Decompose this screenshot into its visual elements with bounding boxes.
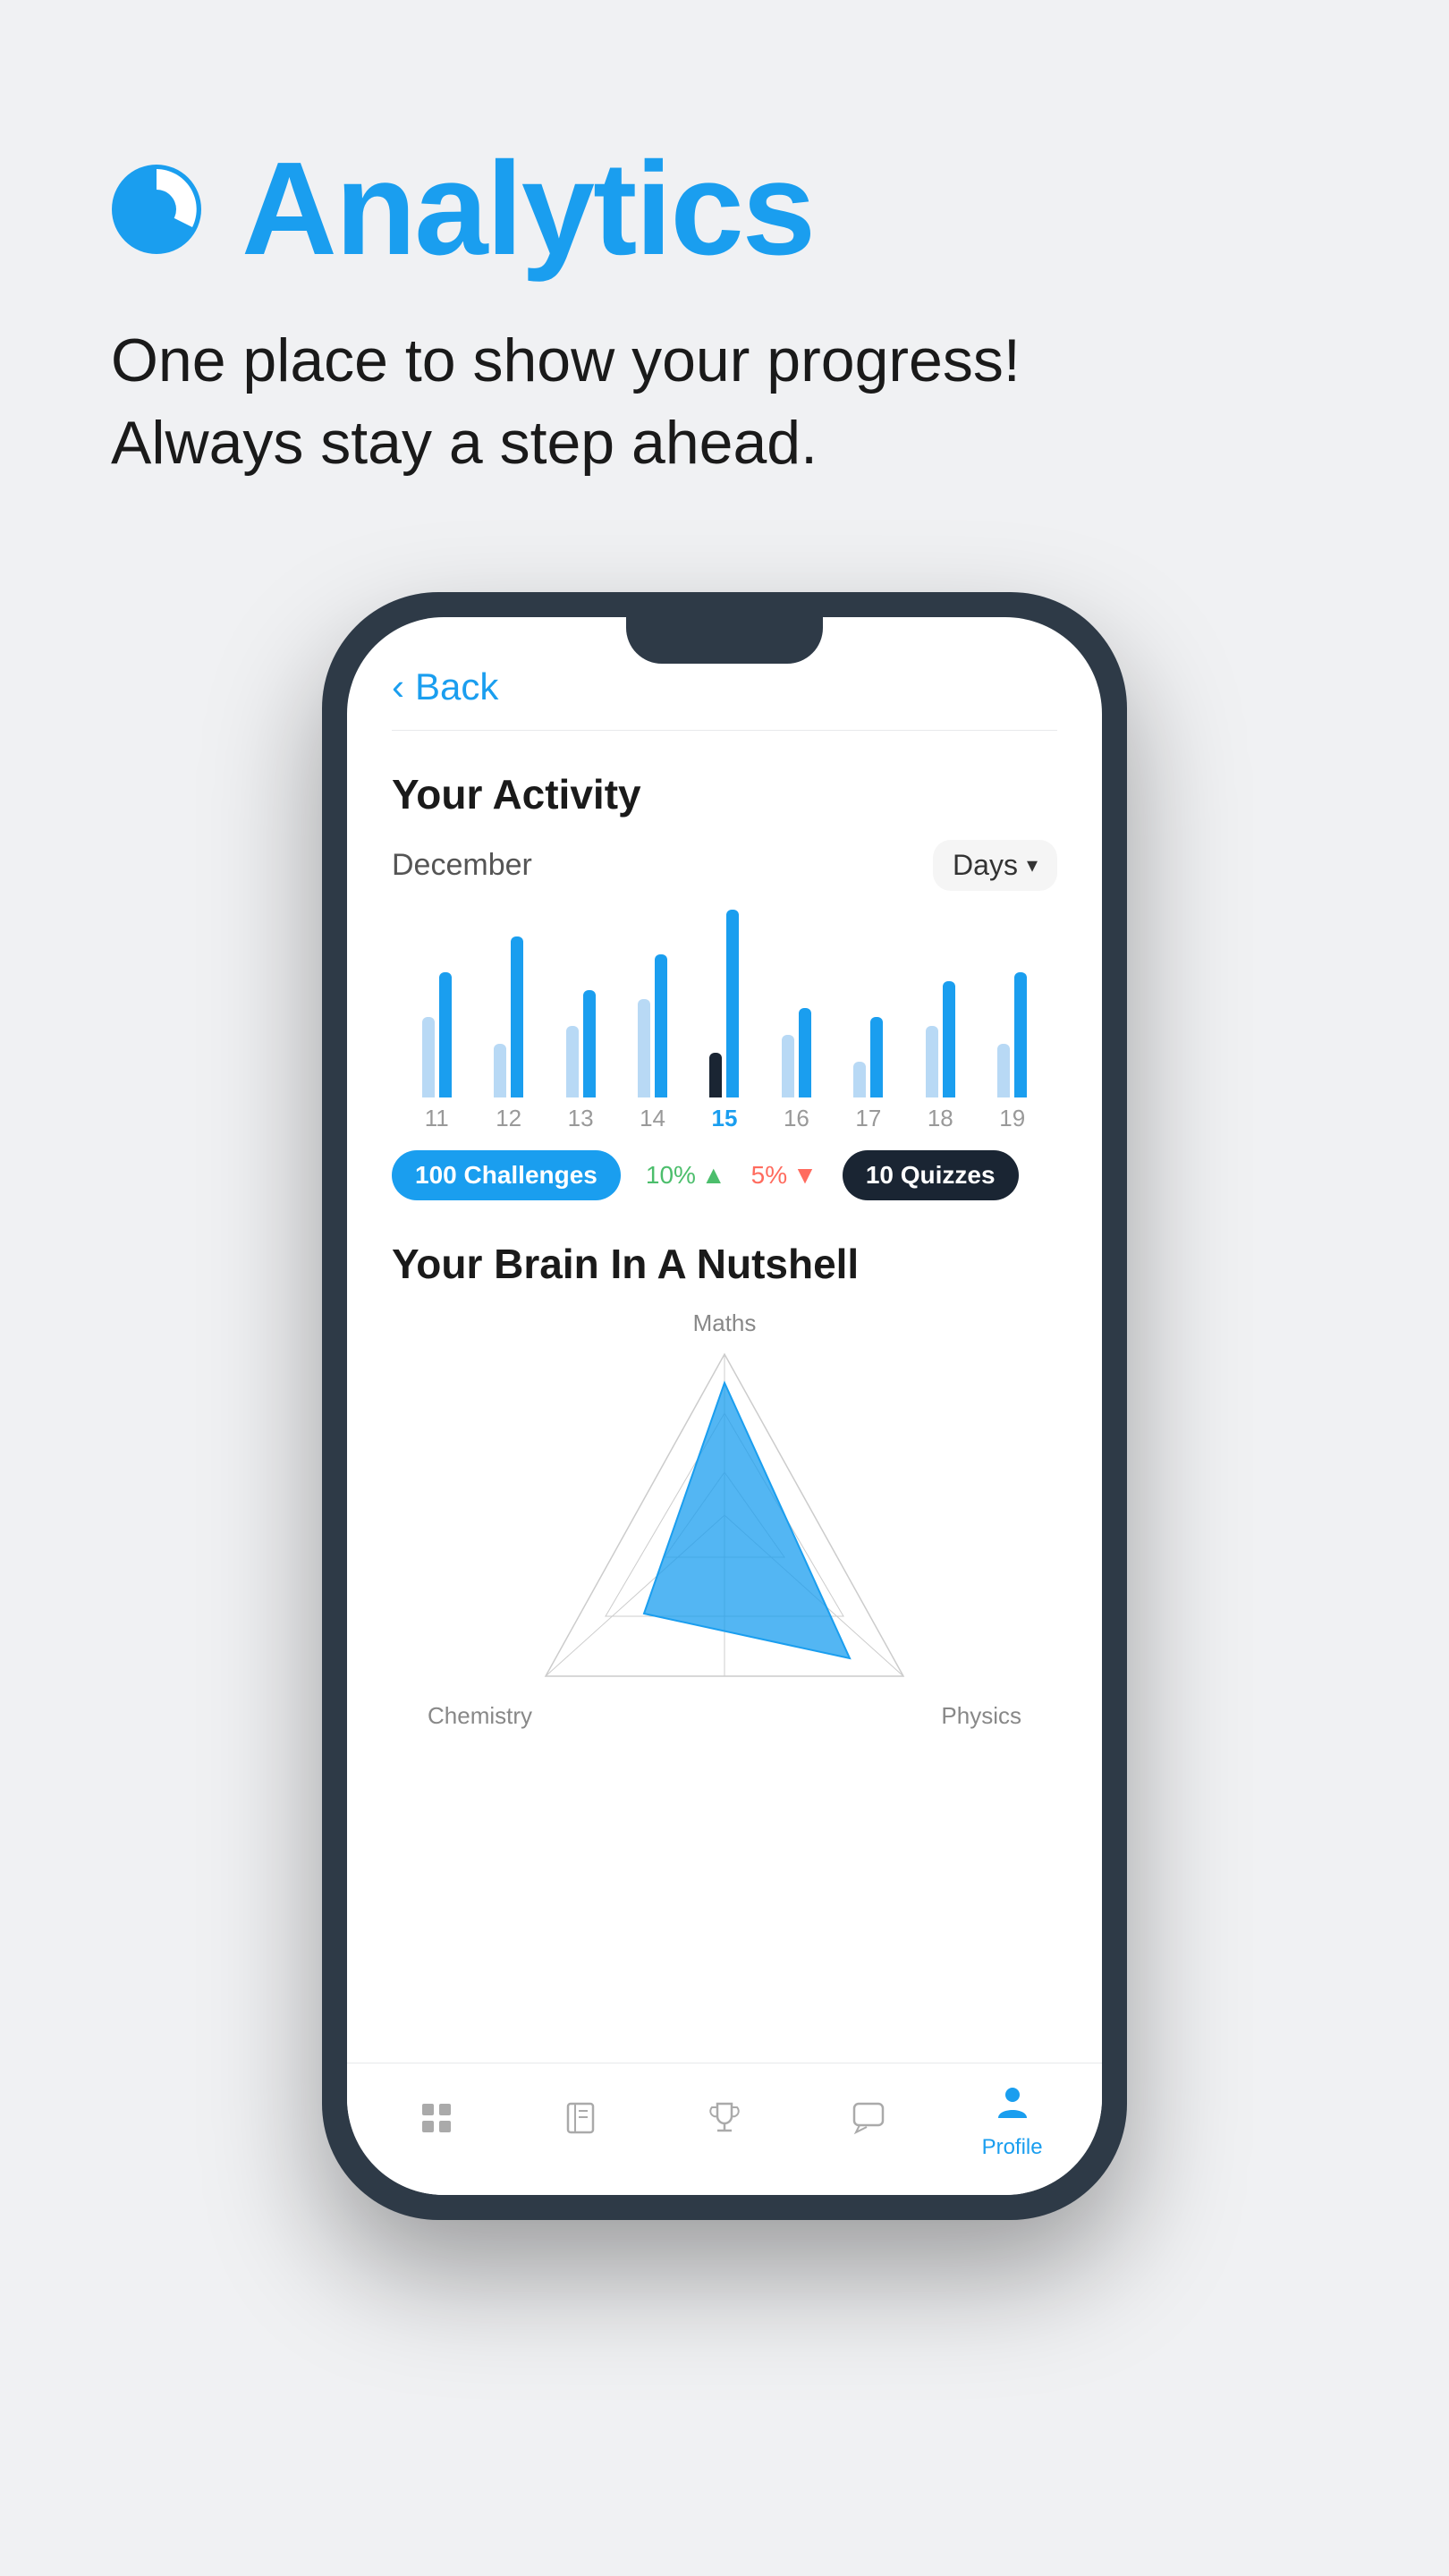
bar-group-13: 13 — [545, 990, 616, 1132]
book-icon — [555, 2092, 606, 2144]
challenges-badge: 100 Challenges — [392, 1150, 621, 1200]
bar — [926, 1026, 938, 1097]
bar — [943, 981, 955, 1097]
bar-col — [494, 936, 523, 1097]
phone-device: ‹ Back Your Activity December Days ▾ — [322, 592, 1127, 2220]
hero-subtitle: One place to show your progress! Always … — [107, 320, 1342, 485]
chevron-down-icon: ▾ — [1027, 852, 1038, 878]
bar — [439, 972, 452, 1097]
bar-col — [566, 990, 596, 1097]
profile-nav-label: Profile — [982, 2135, 1043, 2160]
bar — [799, 1008, 811, 1097]
radar-label-physics: Physics — [941, 1702, 1021, 1730]
bar-col — [782, 1008, 811, 1097]
radar-svg — [528, 1336, 921, 1712]
radar-label-maths: Maths — [693, 1309, 757, 1337]
bar — [566, 1026, 579, 1097]
brain-section: Your Brain In A Nutshell Maths — [392, 1240, 1057, 1757]
bar-col — [422, 972, 452, 1097]
brain-title: Your Brain In A Nutshell — [392, 1240, 1057, 1288]
bar-day-label: 19 — [999, 1105, 1025, 1132]
scroll-area: Your Activity December Days ▾ — [347, 731, 1102, 2063]
bar — [1014, 972, 1027, 1097]
phone-notch — [626, 617, 823, 664]
month-label: December — [392, 848, 532, 883]
bar — [583, 990, 596, 1097]
bar-day-label: 18 — [928, 1105, 953, 1132]
bar-group-14: 14 — [616, 954, 688, 1132]
bar-group-11: 11 — [401, 972, 472, 1132]
phone-screen: ‹ Back Your Activity December Days ▾ — [347, 617, 1102, 2195]
arrow-up-icon: ▲ — [701, 1161, 726, 1190]
page-title: Analytics — [242, 143, 814, 275]
nav-item-chat[interactable] — [796, 2092, 940, 2144]
arrow-down-icon: ▼ — [792, 1161, 818, 1190]
bar — [494, 1044, 506, 1097]
bar — [709, 1053, 722, 1097]
back-chevron-icon: ‹ — [392, 665, 404, 708]
stat-green: 10% ▲ — [646, 1161, 726, 1190]
bar — [782, 1035, 794, 1097]
bar-day-label: 12 — [496, 1105, 521, 1132]
bar-group-16: 16 — [760, 1008, 832, 1132]
bar — [726, 910, 739, 1097]
phone-wrapper: ‹ Back Your Activity December Days ▾ — [0, 538, 1449, 2309]
bar-col — [638, 954, 667, 1097]
nav-item-book[interactable] — [509, 2092, 653, 2144]
bar — [655, 954, 667, 1097]
screen-content: ‹ Back Your Activity December Days ▾ — [347, 617, 1102, 2195]
bar-col — [926, 981, 955, 1097]
bar-day-label: 16 — [784, 1105, 809, 1132]
chat-icon — [843, 2092, 894, 2144]
home-icon — [411, 2092, 462, 2144]
bar-group-18: 18 — [904, 981, 976, 1132]
bar-day-label: 13 — [568, 1105, 594, 1132]
analytics-icon — [107, 160, 206, 258]
bar-day-label: 11 — [425, 1105, 449, 1132]
profile-icon — [987, 2076, 1038, 2128]
nav-item-home[interactable] — [365, 2092, 509, 2144]
hero-title-row: Analytics — [107, 143, 1342, 275]
bar-group-19: 19 — [977, 972, 1048, 1132]
hero-section: Analytics One place to show your progres… — [0, 0, 1449, 538]
days-dropdown[interactable]: Days ▾ — [933, 840, 1057, 891]
activity-title: Your Activity — [392, 770, 1057, 818]
bar — [997, 1044, 1010, 1097]
stats-row: 100 Challenges 10% ▲ 5% ▼ 10 Quizzes — [392, 1150, 1057, 1200]
nav-item-profile[interactable]: Profile — [940, 2076, 1084, 2160]
bar — [853, 1062, 866, 1097]
stat-red: 5% ▼ — [751, 1161, 818, 1190]
trophy-icon — [699, 2092, 750, 2144]
bar — [638, 999, 650, 1097]
quizzes-badge: 10 Quizzes — [843, 1150, 1019, 1200]
bar-group-17: 17 — [833, 1017, 904, 1132]
activity-bar-chart: 11 12 — [392, 918, 1057, 1132]
bottom-nav: Profile — [347, 2063, 1102, 2195]
bar-col — [997, 972, 1027, 1097]
back-label: Back — [415, 665, 498, 708]
nav-item-trophy[interactable] — [653, 2092, 797, 2144]
bar-group-12: 12 — [472, 936, 544, 1132]
bar — [422, 1017, 435, 1097]
radar-chart: Maths — [392, 1309, 1057, 1739]
activity-header: December Days ▾ — [392, 840, 1057, 891]
bar — [511, 936, 523, 1097]
days-label: Days — [953, 849, 1018, 882]
bar — [870, 1017, 883, 1097]
bar-day-label: 14 — [640, 1105, 665, 1132]
bar-day-label-active: 15 — [712, 1105, 738, 1132]
bar-col — [709, 910, 739, 1097]
radar-label-chemistry: Chemistry — [428, 1702, 532, 1730]
bar-col — [853, 1017, 883, 1097]
bar-group-15: 15 — [689, 910, 760, 1132]
bar-day-label: 17 — [855, 1105, 881, 1132]
